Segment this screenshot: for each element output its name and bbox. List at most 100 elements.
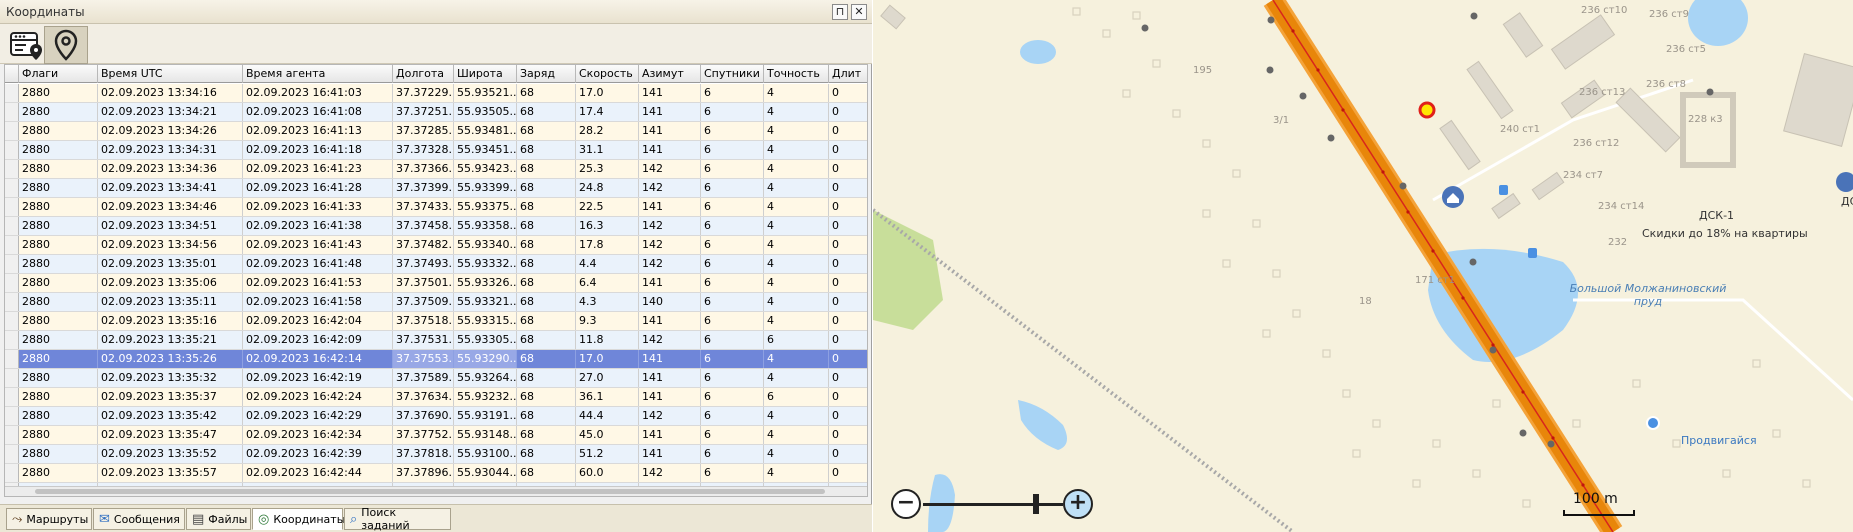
table-cell[interactable]: 31.1 — [576, 141, 639, 159]
table-cell[interactable]: 4 — [764, 198, 829, 216]
table-cell[interactable]: 4 — [764, 445, 829, 463]
table-cell[interactable]: 141 — [639, 388, 701, 406]
table-row[interactable]: 2880 02.09.2023 13:34:16 02.09.2023 16:41:… — [5, 84, 867, 103]
table-cell[interactable]: 2880 — [19, 274, 98, 292]
table-cell[interactable]: 37.37818... — [393, 445, 454, 463]
column-header[interactable]: Длит — [829, 65, 867, 83]
table-cell[interactable]: 02.09.2023 13:34:21 — [98, 103, 243, 121]
column-header[interactable]: Флаги — [19, 65, 98, 83]
table-row[interactable]: 2880 02.09.2023 13:35:57 02.09.2023 16:42:… — [5, 464, 867, 483]
table-cell[interactable]: 2880 — [19, 369, 98, 387]
table-cell[interactable]: 0 — [829, 84, 867, 102]
table-cell[interactable]: 6 — [701, 331, 764, 349]
table-cell[interactable]: 4 — [764, 84, 829, 102]
bus-stop-icon[interactable] — [1528, 248, 1537, 258]
column-header[interactable]: Азимут — [639, 65, 701, 83]
row-header[interactable] — [5, 141, 19, 159]
coordinates-grid[interactable]: Флаги Время UTC Время агента Долгота Широта З… — [4, 64, 868, 497]
table-cell[interactable]: 68 — [517, 407, 576, 425]
table-cell[interactable]: 02.09.2023 13:35:21 — [98, 331, 243, 349]
table-cell[interactable]: 37.37482... — [393, 236, 454, 254]
table-cell[interactable]: 0 — [829, 426, 867, 444]
table-cell[interactable]: 6 — [701, 464, 764, 482]
table-cell[interactable]: 02.09.2023 13:35:57 — [98, 464, 243, 482]
row-header[interactable] — [5, 293, 19, 311]
column-header[interactable]: Время UTC — [98, 65, 243, 83]
row-header[interactable] — [5, 236, 19, 254]
table-cell[interactable]: 68 — [517, 426, 576, 444]
dsk2-poi-icon[interactable] — [1836, 172, 1853, 192]
table-cell[interactable]: 02.09.2023 13:35:42 — [98, 407, 243, 425]
table-cell[interactable]: 27.0 — [576, 369, 639, 387]
table-cell[interactable]: 02.09.2023 16:42:29 — [243, 407, 393, 425]
table-cell[interactable]: 141 — [639, 312, 701, 330]
table-cell[interactable]: 4 — [764, 369, 829, 387]
tracker-data-button[interactable] — [4, 26, 48, 64]
table-cell[interactable]: 17.0 — [576, 84, 639, 102]
table-cell[interactable]: 02.09.2023 16:42:34 — [243, 426, 393, 444]
table-cell[interactable]: 141 — [639, 84, 701, 102]
tab-4[interactable]: ⌕ Поиск заданий — [344, 506, 451, 532]
table-cell[interactable]: 68 — [517, 179, 576, 197]
table-cell[interactable]: 6 — [701, 160, 764, 178]
table-cell[interactable]: 02.09.2023 16:42:09 — [243, 331, 393, 349]
table-cell[interactable]: 141 — [639, 274, 701, 292]
table-cell[interactable]: 55.93451... — [454, 141, 517, 159]
table-cell[interactable]: 37.37690... — [393, 407, 454, 425]
table-cell[interactable]: 142 — [639, 236, 701, 254]
table-cell[interactable]: 6 — [701, 217, 764, 235]
bus-stop-icon[interactable] — [1499, 185, 1508, 195]
table-cell[interactable]: 2880 — [19, 426, 98, 444]
table-cell[interactable]: 44.4 — [576, 407, 639, 425]
table-cell[interactable]: 0 — [829, 217, 867, 235]
table-cell[interactable]: 68 — [517, 293, 576, 311]
table-cell[interactable]: 0 — [829, 141, 867, 159]
table-cell[interactable]: 55.93264... — [454, 369, 517, 387]
table-cell[interactable]: 37.37531... — [393, 331, 454, 349]
table-cell[interactable]: 37.37366... — [393, 160, 454, 178]
table-cell[interactable]: 45.0 — [576, 426, 639, 444]
table-cell[interactable]: 68 — [517, 122, 576, 140]
table-cell[interactable]: 6 — [701, 103, 764, 121]
table-cell[interactable]: 11.8 — [576, 331, 639, 349]
table-cell[interactable]: 55.93044... — [454, 464, 517, 482]
table-cell[interactable]: 0 — [829, 160, 867, 178]
table-cell[interactable]: 6 — [701, 198, 764, 216]
table-cell[interactable]: 6 — [701, 312, 764, 330]
table-cell[interactable]: 0 — [829, 407, 867, 425]
table-cell[interactable]: 02.09.2023 16:41:23 — [243, 160, 393, 178]
table-cell[interactable]: 2880 — [19, 141, 98, 159]
table-cell[interactable]: 4 — [764, 407, 829, 425]
row-header[interactable] — [5, 84, 19, 102]
grid-corner[interactable] — [5, 65, 19, 83]
table-cell[interactable]: 2880 — [19, 350, 98, 368]
table-row[interactable]: 2880 02.09.2023 13:34:26 02.09.2023 16:41:… — [5, 122, 867, 141]
table-cell[interactable]: 25.3 — [576, 160, 639, 178]
table-cell[interactable]: 0 — [829, 331, 867, 349]
row-header[interactable] — [5, 122, 19, 140]
table-cell[interactable]: 6 — [701, 274, 764, 292]
table-cell[interactable]: 6 — [701, 369, 764, 387]
table-cell[interactable]: 2880 — [19, 255, 98, 273]
table-cell[interactable]: 68 — [517, 103, 576, 121]
column-header[interactable]: Время агента — [243, 65, 393, 83]
table-cell[interactable]: 0 — [829, 369, 867, 387]
table-cell[interactable]: 4 — [764, 350, 829, 368]
table-row[interactable]: 2880 02.09.2023 13:35:47 02.09.2023 16:42:… — [5, 426, 867, 445]
table-cell[interactable]: 140 — [639, 293, 701, 311]
table-cell[interactable]: 55.93232... — [454, 388, 517, 406]
table-cell[interactable]: 02.09.2023 16:42:24 — [243, 388, 393, 406]
table-cell[interactable]: 141 — [639, 122, 701, 140]
column-header[interactable]: Широта — [454, 65, 517, 83]
table-cell[interactable]: 142 — [639, 255, 701, 273]
row-header[interactable] — [5, 217, 19, 235]
table-row[interactable]: 2880 02.09.2023 13:34:56 02.09.2023 16:41:… — [5, 236, 867, 255]
table-cell[interactable]: 2880 — [19, 236, 98, 254]
table-cell[interactable]: 68 — [517, 445, 576, 463]
row-header[interactable] — [5, 464, 19, 482]
table-cell[interactable]: 02.09.2023 13:34:31 — [98, 141, 243, 159]
table-cell[interactable]: 2880 — [19, 217, 98, 235]
table-row[interactable]: 2880 02.09.2023 13:35:42 02.09.2023 16:42:… — [5, 407, 867, 426]
table-cell[interactable]: 68 — [517, 388, 576, 406]
table-cell[interactable]: 02.09.2023 13:35:16 — [98, 312, 243, 330]
